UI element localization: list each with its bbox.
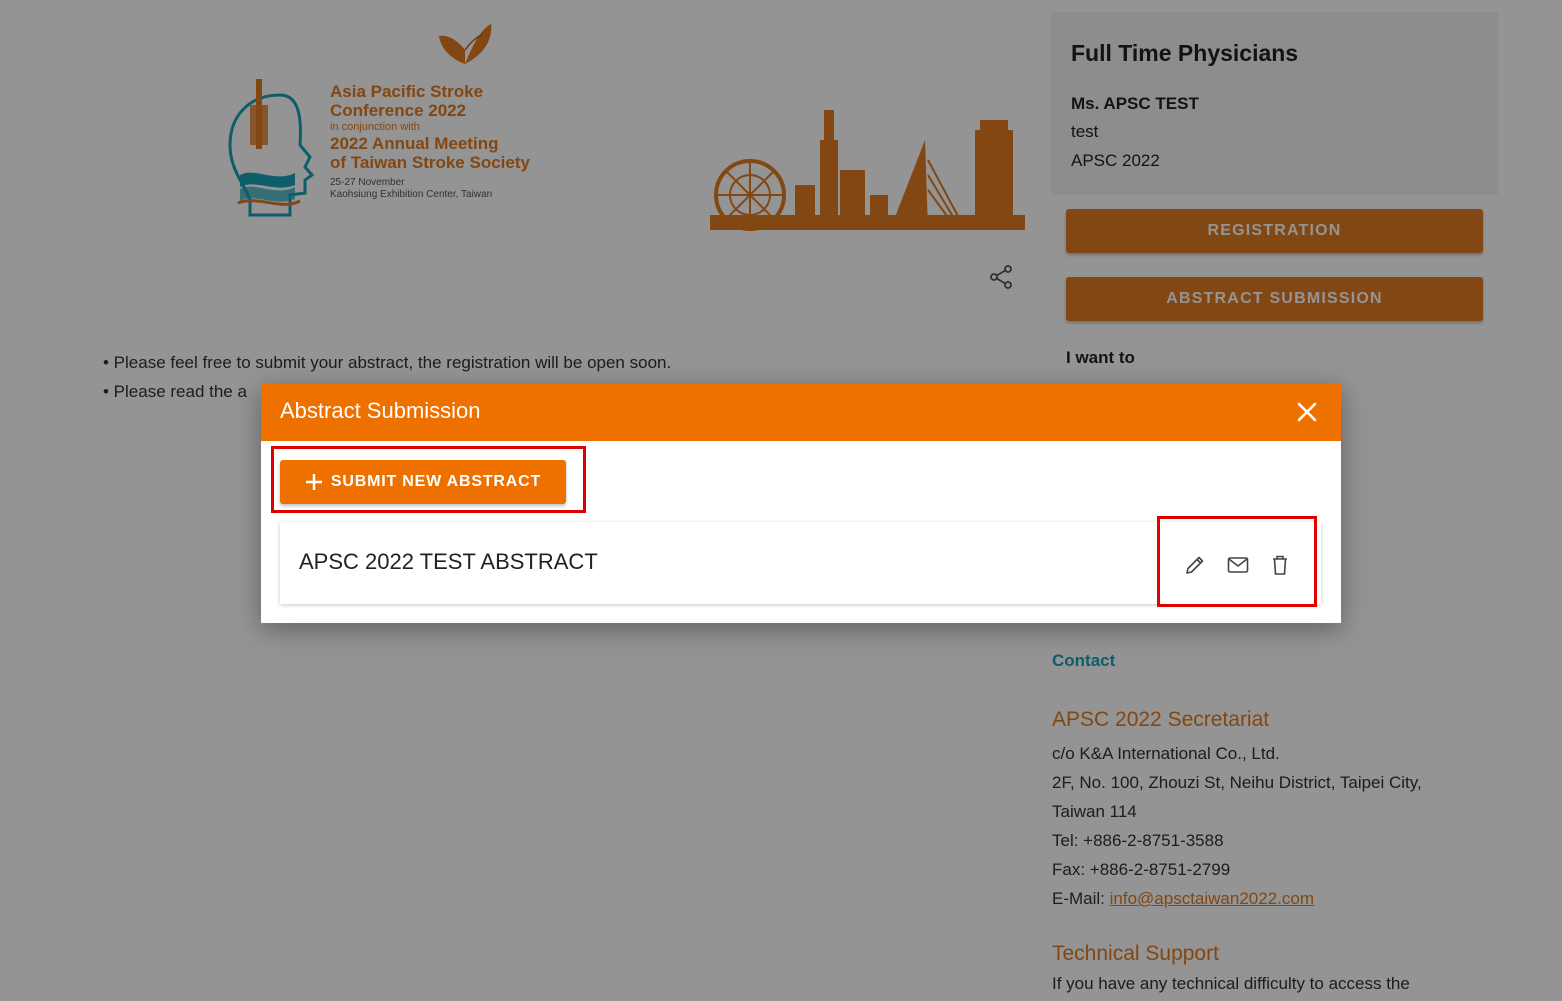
close-icon[interactable] xyxy=(1296,401,1318,423)
dialog-title: Abstract Submission xyxy=(280,398,481,423)
abstract-submission-dialog: Abstract Submission SUBMIT NEW ABSTRACT … xyxy=(261,384,1341,623)
highlight-box-actions xyxy=(1157,516,1317,607)
plus-icon xyxy=(305,473,323,491)
dialog-header: Abstract Submission xyxy=(261,384,1341,441)
submit-new-abstract-button[interactable]: SUBMIT NEW ABSTRACT xyxy=(280,460,566,504)
abstract-title: APSC 2022 TEST ABSTRACT xyxy=(299,549,598,574)
submit-new-abstract-label: SUBMIT NEW ABSTRACT xyxy=(330,473,542,490)
